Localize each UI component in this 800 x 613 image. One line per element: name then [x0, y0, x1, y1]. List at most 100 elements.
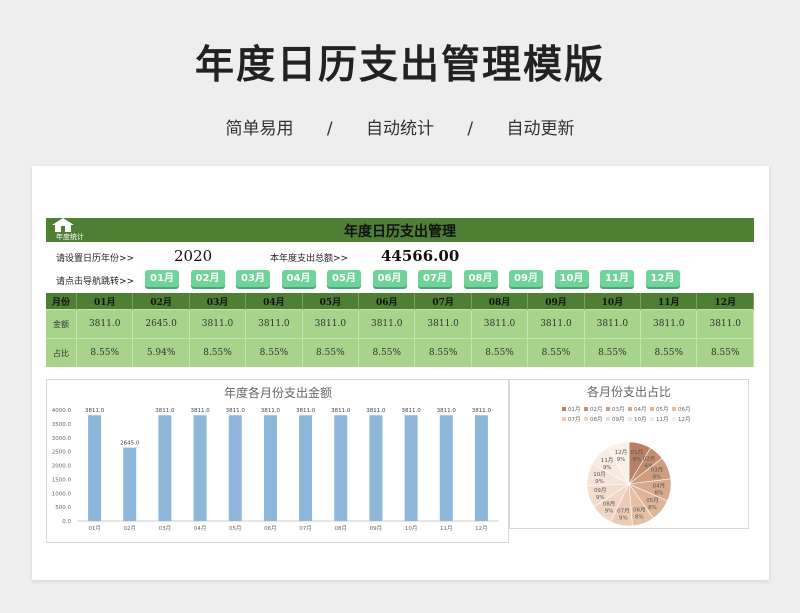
nav-label: 请点击导航跳转>> [56, 277, 135, 287]
y-tick-label: 1000.0 [52, 491, 72, 497]
bar-data-label: 3811.0 [85, 408, 105, 414]
x-tick-label: 03月 [159, 525, 172, 532]
nav-button-12[interactable]: 12月 [645, 270, 680, 287]
page-title: 年度日历支出管理模版 [194, 43, 605, 88]
nav-button-8[interactable]: 08月 [463, 270, 498, 287]
table-header-cell: 06月 [358, 293, 416, 310]
y-tick-label: 4000.0 [52, 408, 72, 414]
ratio-row-label: 占比 [46, 338, 77, 367]
table-header-cell: 04月 [245, 293, 303, 310]
amount-cell[interactable]: 3811.0 [527, 309, 585, 339]
pie-slice-name: 06月 [633, 506, 646, 513]
nav-button-4[interactable]: 04月 [281, 270, 316, 287]
bar-01月 [88, 415, 102, 521]
ratio-cell[interactable]: 8.55% [414, 338, 472, 367]
bar-data-label: 3811.0 [190, 408, 210, 414]
amount-cell[interactable]: 3811.0 [245, 309, 303, 339]
amount-cell[interactable]: 3811.0 [414, 309, 472, 339]
subtitle-part: 自动更新 [506, 119, 575, 139]
nav-button-6[interactable]: 06月 [372, 270, 407, 287]
ratio-cell[interactable]: 5.94% [132, 338, 190, 367]
table-row: 金额 3811.0 2645.0 3811.0 3811.0 3811.0 3811.0 38… [46, 309, 754, 339]
ratio-cell[interactable]: 8.55% [471, 338, 529, 367]
pie-slice-percent: 8% [635, 514, 644, 520]
y-tick-label: 2500.0 [52, 450, 72, 456]
pie-slice-name: 02月 [643, 455, 656, 462]
nav-button-7[interactable]: 07月 [418, 270, 452, 287]
bar-data-label: 3811.0 [226, 408, 246, 414]
x-tick-label: 06月 [264, 525, 277, 532]
legend-swatch [562, 417, 566, 421]
amount-cell[interactable]: 3811.0 [189, 309, 247, 339]
legend-label: 03月 [612, 406, 625, 413]
legend-swatch [650, 417, 654, 421]
legend-label: 02月 [590, 406, 603, 413]
nav-button-2[interactable]: 02月 [190, 270, 225, 287]
bar-03月 [158, 415, 172, 521]
amount-cell[interactable]: 3811.0 [584, 309, 642, 339]
amount-cell[interactable]: 3811.0 [471, 309, 529, 339]
ratio-cell[interactable]: 8.55% [245, 338, 303, 367]
ratio-cell[interactable]: 8.55% [76, 338, 134, 367]
nav-button-3[interactable]: 03月 [236, 270, 270, 287]
summary-table: 月份 01月 02月 03月 04月 05月 06月 07月 08月 09月 10月 11月 12月 金… [46, 293, 754, 367]
table-header-cell: 08月 [471, 293, 529, 310]
ratio-cell[interactable]: 8.55% [302, 338, 360, 367]
nav-button-5[interactable]: 05月 [327, 270, 361, 287]
pie-slice-percent: 8% [633, 457, 642, 463]
x-tick-label: 12月 [475, 525, 488, 532]
legend-swatch [562, 407, 566, 411]
x-tick-label: 09月 [370, 525, 383, 532]
table-header-cell: 05月 [302, 293, 360, 310]
pie-slice-percent: 8% [653, 474, 662, 480]
amount-cell[interactable]: 3811.0 [76, 309, 134, 339]
legend-swatch [584, 417, 588, 421]
pie-chart-title: 各月份支出占比 [587, 384, 671, 399]
year-value[interactable]: 2020 [174, 247, 212, 265]
amount-cell[interactable]: 2645.0 [132, 309, 190, 339]
bar-data-label: 3811.0 [366, 408, 386, 414]
legend-label: 06月 [678, 406, 691, 413]
subtitle-separator: / [467, 119, 474, 139]
table-header-month: 月份 [46, 293, 77, 310]
spreadsheet-preview: 年度统计 年度日历支出管理 请设置日历年份>> 2020 本年度支出总额>> 4… [32, 166, 769, 580]
x-tick-label: 11月 [440, 525, 453, 532]
legend-label: 04月 [634, 406, 647, 413]
ratio-cell[interactable]: 8.55% [189, 338, 247, 367]
legend-swatch [672, 417, 676, 421]
nav-button-11[interactable]: 11月 [600, 270, 634, 287]
pie-slice-percent: 9% [617, 457, 626, 463]
legend-label: 07月 [568, 416, 581, 423]
bar-07月 [299, 415, 313, 521]
legend-label: 12月 [678, 416, 691, 423]
amount-cell[interactable]: 3811.0 [696, 309, 754, 339]
pie-slice-name: 10月 [593, 471, 606, 478]
ratio-cell[interactable]: 8.55% [584, 338, 642, 367]
nav-button-1[interactable]: 01月 [145, 270, 179, 287]
y-tick-label: 3500.0 [52, 422, 72, 428]
bar-02月 [123, 447, 137, 521]
pie-slice-percent: 9% [596, 495, 605, 501]
y-tick-label: 2000.0 [52, 464, 72, 470]
ratio-cell[interactable]: 8.55% [527, 338, 585, 367]
ratio-cell[interactable]: 8.55% [696, 338, 754, 367]
amount-cell[interactable]: 3811.0 [640, 309, 698, 339]
pie-chart-panel: 各月份支出占比 01月 02月 03月 04月 05月 06月 07月 08月 09月 10月 11月… [509, 379, 749, 529]
ratio-cell[interactable]: 8.55% [640, 338, 698, 367]
pie-slice-percent: 8% [648, 505, 657, 511]
nav-button-9[interactable]: 09月 [509, 270, 543, 287]
amount-cell[interactable]: 3811.0 [302, 309, 360, 339]
table-header-cell: 07月 [414, 293, 472, 310]
pie-slice-name: 07月 [617, 508, 630, 515]
table-header-cell: 11月 [640, 293, 698, 310]
y-tick-label: 500.0 [55, 505, 71, 511]
x-tick-label: 05月 [229, 525, 242, 532]
nav-button-10[interactable]: 10月 [554, 270, 589, 287]
ratio-cell[interactable]: 8.55% [358, 338, 416, 367]
bar-data-label: 3811.0 [261, 408, 281, 414]
legend-label: 05月 [656, 406, 669, 413]
amount-cell[interactable]: 3811.0 [358, 309, 416, 339]
bar-data-label: 3811.0 [472, 408, 492, 414]
x-tick-label: 04月 [194, 525, 207, 532]
table-header-cell: 10月 [584, 293, 642, 310]
